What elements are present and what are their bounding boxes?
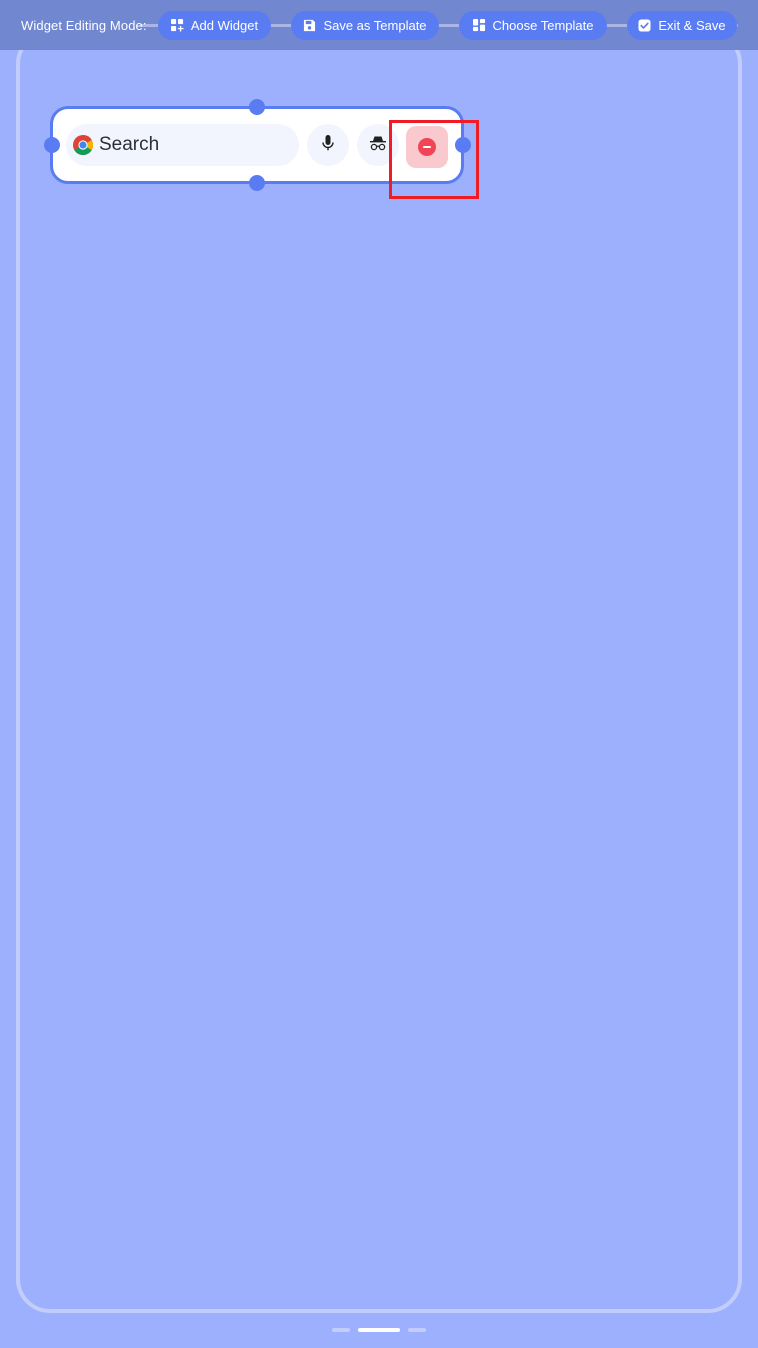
add-widget-label: Add Widget <box>190 18 259 33</box>
floppy-disk-icon <box>303 19 316 32</box>
search-bar[interactable]: Search <box>66 124 299 166</box>
add-widget-button[interactable]: Add Widget <box>158 11 271 40</box>
save-as-template-button[interactable]: Save as Template <box>291 11 439 40</box>
template-grid-icon <box>472 19 486 32</box>
choose-template-button[interactable]: Choose Template <box>459 11 607 40</box>
microphone-icon <box>321 134 335 157</box>
home-screen-frame <box>16 30 742 1313</box>
exit-save-label: Exit & Save <box>658 18 726 33</box>
page-dot[interactable] <box>332 1328 350 1332</box>
widget-editing-toolbar: Widget Editing Mode: Add Widget Save as … <box>0 0 758 50</box>
page-dot[interactable] <box>408 1328 426 1332</box>
search-placeholder: Search <box>99 134 160 155</box>
check-square-icon <box>638 19 651 32</box>
home-screen: Widget Editing Mode: Add Widget Save as … <box>0 0 758 1348</box>
resize-handle-top[interactable] <box>249 99 265 115</box>
choose-template-label: Choose Template <box>492 18 594 33</box>
resize-handle-left[interactable] <box>44 137 60 153</box>
voice-search-button[interactable] <box>307 124 349 166</box>
highlight-box <box>389 120 479 199</box>
page-dot-active[interactable] <box>358 1328 400 1332</box>
exit-save-button[interactable]: Exit & Save <box>627 11 737 40</box>
incognito-icon <box>369 135 387 156</box>
toolbar-title: Widget Editing Mode: <box>21 17 147 33</box>
resize-handle-bottom[interactable] <box>249 175 265 191</box>
chrome-icon <box>73 135 93 155</box>
save-as-template-label: Save as Template <box>323 18 427 33</box>
page-indicator <box>332 1328 426 1332</box>
add-widget-icon <box>170 19 184 32</box>
